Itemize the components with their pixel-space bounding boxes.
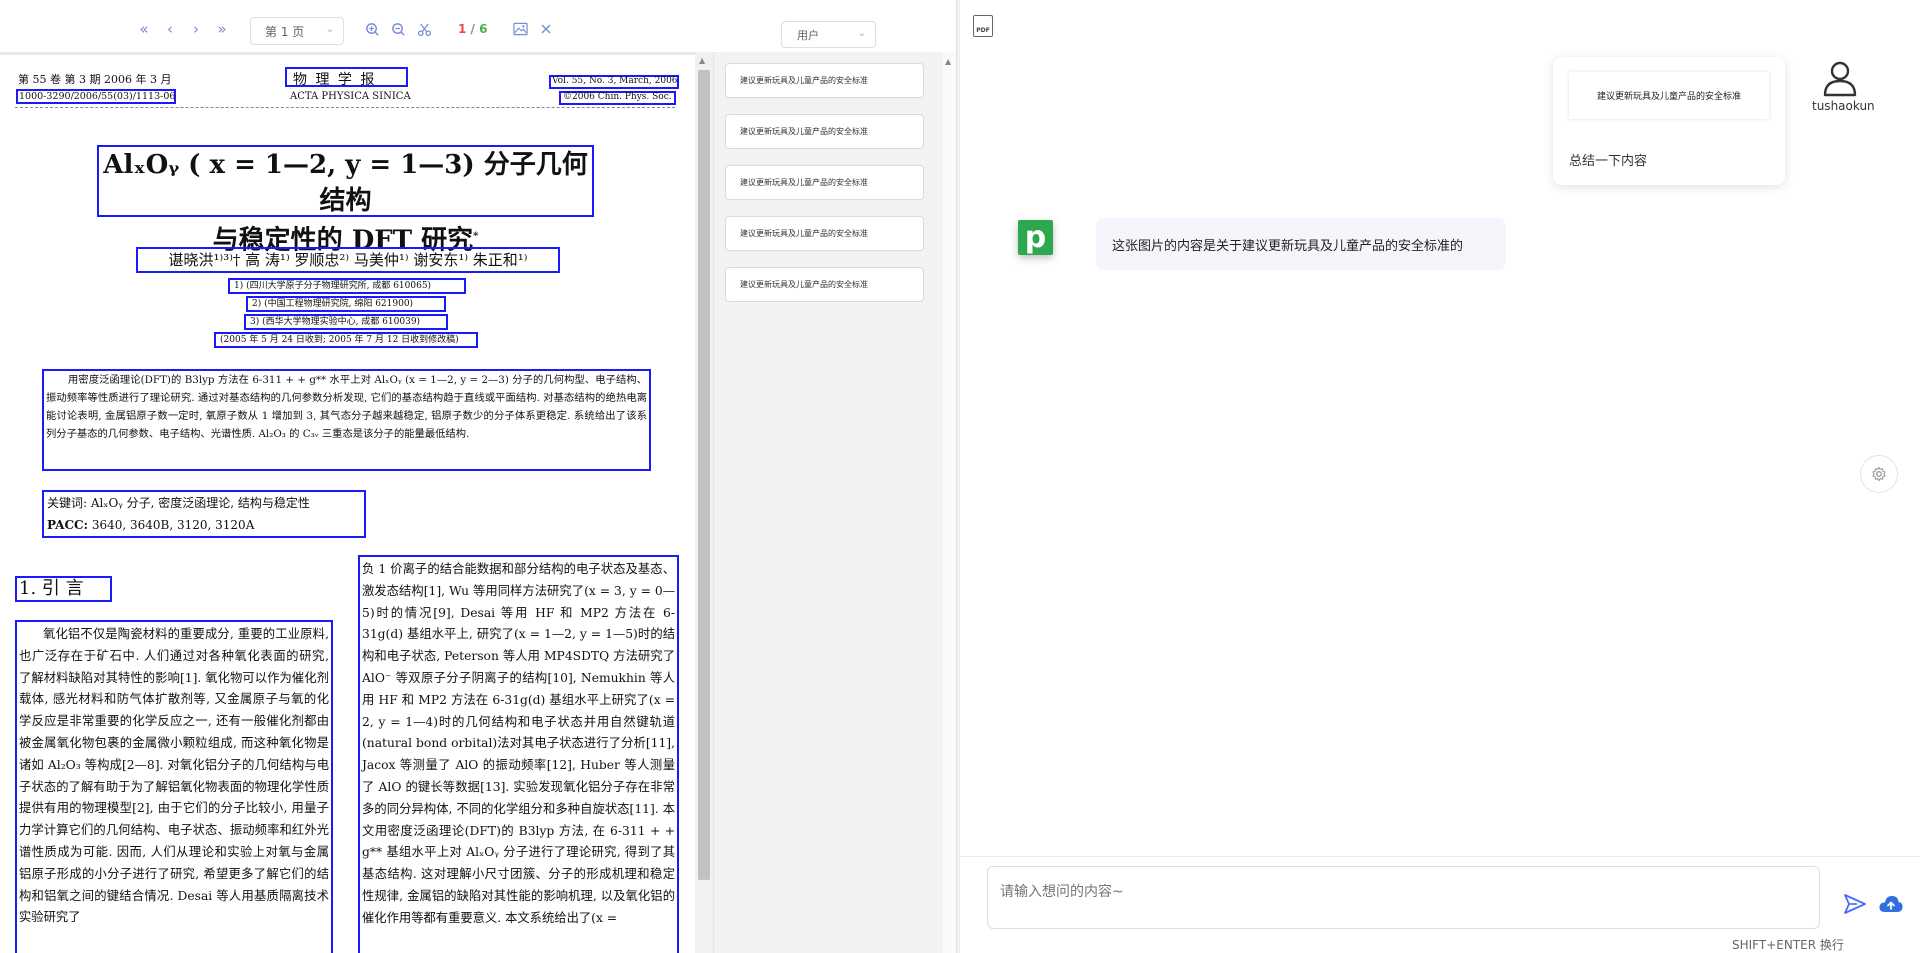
page-counter: 1 / 6 xyxy=(458,22,487,36)
total-pages-number: 6 xyxy=(479,22,488,36)
image-icon[interactable] xyxy=(510,19,530,39)
settings-icon[interactable] xyxy=(1860,455,1898,493)
role-select[interactable]: 用户 ⌄ xyxy=(781,21,876,48)
prev-page-button[interactable]: ‹ xyxy=(160,19,180,39)
issn-line: 1000-3290/2006/55(03)/1113-06 xyxy=(19,91,176,102)
chat-input[interactable] xyxy=(987,866,1820,929)
annotation-panel: 建议更新玩具及儿童产品的安全标准 建议更新玩具及儿童产品的安全标准 建议更新玩具… xyxy=(713,52,943,953)
section-title: 1. 引 言 xyxy=(15,576,112,602)
left-column: 氧化铝不仅是陶瓷材料的重要成分, 重要的工业原料, 也广泛存在于矿石中. 人们通… xyxy=(15,620,333,953)
user-icon xyxy=(1820,59,1860,97)
paper-title: AlₓOᵧ ( x = 1—2, y = 1—3) 分子几何结构 与稳定性的 D… xyxy=(97,145,594,256)
next-page-button[interactable]: › xyxy=(186,19,206,39)
title-line-1: AlₓOᵧ ( x = 1—2, y = 1—3) 分子几何结构 xyxy=(103,150,588,216)
last-page-button[interactable]: » xyxy=(212,19,232,39)
user-message-card: 建议更新玩具及儿童产品的安全标准 总结一下内容 xyxy=(1553,57,1785,185)
scroll-up-icon[interactable]: ▲ xyxy=(945,57,951,66)
copyright-box: ©2006 Chin. Phys. Soc. xyxy=(559,91,676,105)
affiliation-1: 1) (四川大学原子分子物理研究所, 成都 610065) xyxy=(228,278,466,294)
annotation-item[interactable]: 建议更新玩具及儿童产品的安全标准 xyxy=(725,267,924,302)
user-name: tushaokun xyxy=(1812,99,1875,113)
title-footnote-mark: * xyxy=(473,231,479,242)
bot-avatar: p xyxy=(1018,220,1053,255)
cloud-upload-icon[interactable] xyxy=(1878,893,1904,915)
volume-line: 第 55 卷 第 3 期 2006 年 3 月 xyxy=(18,73,172,86)
document-scrollbar[interactable]: ▲ xyxy=(695,52,713,953)
affiliation-2: 2) (中国工程物理研究院, 绵阳 621900) xyxy=(246,296,446,312)
role-select-value: 用户 xyxy=(797,28,819,42)
user-message-text: 总结一下内容 xyxy=(1569,154,1648,169)
scroll-up-icon[interactable]: ▲ xyxy=(699,56,705,65)
pdf-toolbar: « ‹ › » 第 1 页 ⌄ 1 / 6 用户 ⌄ xyxy=(0,0,956,55)
journal-title-cn: 物 理 学 报 xyxy=(293,72,377,88)
page-select[interactable]: 第 1 页 ⌄ xyxy=(250,17,344,45)
received-date: (2005 年 5 月 24 日收到; 2005 年 7 月 12 日收到修改稿… xyxy=(214,332,478,348)
abstract: 用密度泛函理论(DFT)的 B3lyp 方法在 6-311 + + g** 水平… xyxy=(42,369,651,471)
close-icon[interactable] xyxy=(536,19,556,39)
annotation-item[interactable]: 建议更新玩具及儿童产品的安全标准 xyxy=(725,114,924,149)
first-page-button[interactable]: « xyxy=(134,19,154,39)
annotation-scrollbar[interactable]: ▲ xyxy=(943,52,956,953)
keywords-box: 关键词: AlₓOᵧ 分子, 密度泛函理论, 结构与稳定性 PACC: 3640… xyxy=(42,490,366,538)
annotation-item[interactable]: 建议更新玩具及儿童产品的安全标准 xyxy=(725,63,924,98)
pdf-icon[interactable]: PDF xyxy=(973,15,993,37)
abstract-text: 用密度泛函理论(DFT)的 B3lyp 方法在 6-311 + + g** 水平… xyxy=(46,374,647,440)
authors: 谌晓洪¹⁾³⁾† 高 涛¹⁾ 罗顺忠²⁾ 马美仲¹⁾ 谢安东¹⁾ 朱正和¹⁾ xyxy=(136,247,560,273)
right-column: 负 1 价离子的结合能数据和部分结构的电子状态及基态、激发态结构[1], Wu … xyxy=(358,555,679,953)
left-column-text: 氧化铝不仅是陶瓷材料的重要成分, 重要的工业原料, 也广泛存在于矿石中. 人们通… xyxy=(19,627,329,925)
document-scrollbar-thumb[interactable] xyxy=(698,70,710,880)
annotation-item[interactable]: 建议更新玩具及儿童产品的安全标准 xyxy=(725,165,924,200)
input-divider xyxy=(960,856,1920,857)
document-page: 第 55 卷 第 3 期 2006 年 3 月 1000-3290/2006/5… xyxy=(0,52,695,953)
chevron-down-icon: ⌄ xyxy=(857,28,866,39)
vol-en-box: Vol. 55, No. 3, March, 2006 xyxy=(549,75,679,89)
volume-en: Vol. 55, No. 3, March, 2006 xyxy=(552,76,678,86)
pacc-label: PACC: xyxy=(47,518,88,532)
zoom-in-icon[interactable] xyxy=(362,19,382,39)
zoom-out-icon[interactable] xyxy=(388,19,408,39)
affiliation-3: 3) (西华大学物理实验中心, 成都 610039) xyxy=(244,314,448,330)
annotation-item[interactable]: 建议更新玩具及儿童产品的安全标准 xyxy=(725,216,924,251)
bot-message: 这张图片的内容是关于建议更新玩具及儿童产品的安全标准的 xyxy=(1096,218,1506,270)
chevron-down-icon: ⌄ xyxy=(325,24,334,35)
journal-title-en: ACTA PHYSICA SINICA xyxy=(290,91,411,102)
pacc-codes: 3640, 3640B, 3120, 3120A xyxy=(91,518,255,532)
pdf-viewer-pane: « ‹ › » 第 1 页 ⌄ 1 / 6 用户 ⌄ 第 55 卷 第 3 期 … xyxy=(0,0,956,953)
page-separator: / xyxy=(470,22,475,36)
user-avatar: tushaokun xyxy=(1812,59,1875,113)
keywords: 关键词: AlₓOᵧ 分子, 密度泛函理论, 结构与稳定性 xyxy=(47,496,310,510)
page-select-value: 第 1 页 xyxy=(265,24,305,39)
header-rule xyxy=(15,107,675,108)
pacc-line: PACC: 3640, 3640B, 3120, 3120A xyxy=(47,514,364,536)
send-icon[interactable] xyxy=(1843,893,1867,915)
chat-pane: PDF 建议更新玩具及儿童产品的安全标准 总结一下内容 tushaokun p … xyxy=(960,0,1920,953)
user-image-preview[interactable]: 建议更新玩具及儿童产品的安全标准 xyxy=(1569,72,1769,119)
copyright: ©2006 Chin. Phys. Soc. xyxy=(563,92,672,102)
paper-page: 第 55 卷 第 3 期 2006 年 3 月 1000-3290/2006/5… xyxy=(0,55,695,953)
issn-box: 1000-3290/2006/55(03)/1113-06 xyxy=(16,89,176,104)
app-window: « ‹ › » 第 1 页 ⌄ 1 / 6 用户 ⌄ 第 55 卷 第 3 期 … xyxy=(0,0,1920,953)
scissors-icon[interactable] xyxy=(414,19,434,39)
newline-hint: SHIFT+ENTER 换行 xyxy=(1732,938,1844,952)
journal-cn-box: 物 理 学 报 xyxy=(285,67,408,88)
current-page-number: 1 xyxy=(458,22,467,36)
